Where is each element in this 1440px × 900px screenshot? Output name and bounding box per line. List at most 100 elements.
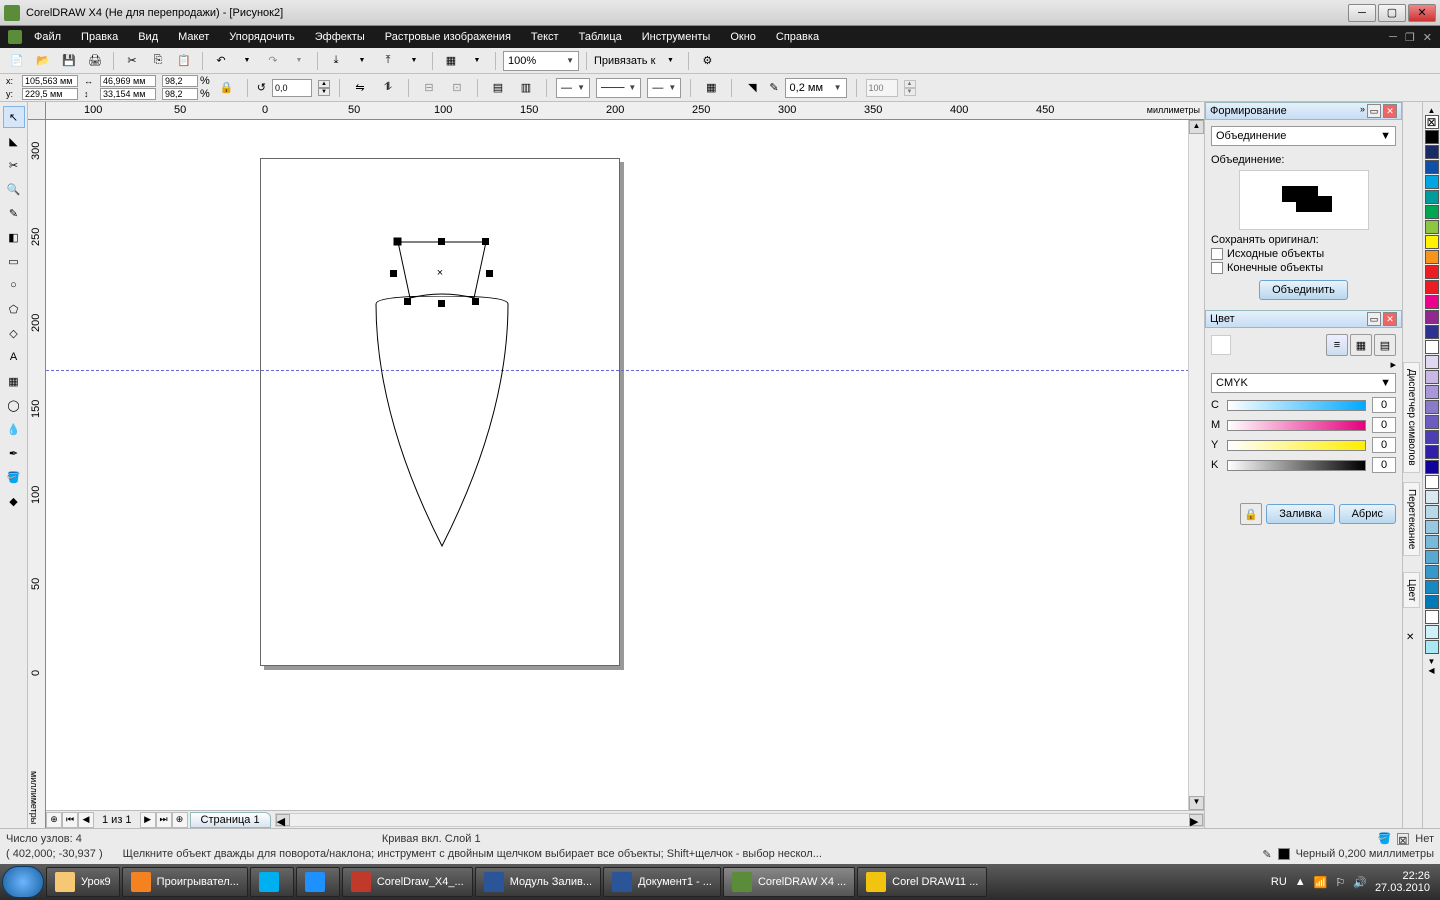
- menu-file[interactable]: Файл: [26, 29, 69, 45]
- black-slider[interactable]: [1227, 460, 1366, 471]
- import-dropdown[interactable]: ▼: [351, 50, 373, 72]
- line-end-combo[interactable]: —▼: [647, 78, 681, 98]
- canvas[interactable]: ×: [46, 120, 1204, 828]
- export-dropdown[interactable]: ▼: [403, 50, 425, 72]
- basic-shapes-tool[interactable]: ◇: [3, 322, 25, 344]
- yellow-value[interactable]: [1372, 437, 1396, 453]
- zoom-tool[interactable]: 🔍: [3, 178, 25, 200]
- palette-up-arrow[interactable]: ▲: [1428, 106, 1436, 115]
- cyan-slider[interactable]: [1227, 400, 1366, 411]
- undo-dropdown[interactable]: ▼: [236, 50, 258, 72]
- vase-body-shape[interactable]: [372, 296, 512, 551]
- page-prev-button[interactable]: ◀: [78, 812, 94, 828]
- color-swatch[interactable]: [1425, 160, 1439, 174]
- tofront-button[interactable]: ▤: [487, 77, 509, 99]
- app-launcher[interactable]: ▦: [440, 50, 462, 72]
- width-input[interactable]: [100, 75, 156, 87]
- line-style-combo[interactable]: ───▼: [596, 78, 641, 98]
- color-swatch[interactable]: [1425, 385, 1439, 399]
- shaping-docker-title[interactable]: Формирование »▭✕: [1205, 102, 1402, 120]
- color-swatch[interactable]: [1425, 250, 1439, 264]
- options-button[interactable]: ⚙: [696, 50, 718, 72]
- menu-layout[interactable]: Макет: [170, 29, 217, 45]
- text-tool[interactable]: A: [3, 346, 25, 368]
- black-value[interactable]: [1372, 457, 1396, 473]
- vertical-scrollbar[interactable]: ▲ ▼: [1188, 120, 1204, 810]
- tray-network-icon[interactable]: 📶: [1314, 876, 1328, 889]
- menu-help[interactable]: Справка: [768, 29, 827, 45]
- color-swatch[interactable]: [1425, 325, 1439, 339]
- menu-text[interactable]: Текст: [523, 29, 567, 45]
- color-swatch[interactable]: [1425, 565, 1439, 579]
- menu-bitmaps[interactable]: Растровые изображения: [377, 29, 519, 45]
- color-swatch[interactable]: [1425, 175, 1439, 189]
- color-swatch[interactable]: [1425, 205, 1439, 219]
- paste-button[interactable]: 📋: [173, 50, 195, 72]
- color-swatch[interactable]: [1425, 235, 1439, 249]
- color-swatch[interactable]: [1425, 430, 1439, 444]
- pos-x-input[interactable]: [22, 75, 78, 87]
- outline-width-combo[interactable]: 0,2 мм▼: [785, 78, 847, 98]
- page-tab[interactable]: Страница 1: [190, 812, 271, 828]
- start-button[interactable]: [2, 866, 44, 898]
- polygon-tool[interactable]: ⬠: [3, 298, 25, 320]
- vtab-symbols[interactable]: Диспетчер символов: [1403, 362, 1420, 473]
- color-swatch[interactable]: [1425, 220, 1439, 234]
- vtab-blend[interactable]: Перетекание: [1403, 482, 1420, 556]
- cyan-value[interactable]: [1372, 397, 1396, 413]
- taskbar-item[interactable]: Corel DRAW11 ...: [857, 867, 987, 897]
- height-input[interactable]: [100, 88, 156, 100]
- vtab-color[interactable]: Цвет: [1403, 572, 1420, 608]
- color-swatch[interactable]: [1425, 190, 1439, 204]
- color-swatch[interactable]: [1425, 130, 1439, 144]
- color-swatch[interactable]: [1425, 580, 1439, 594]
- pick-tool[interactable]: ↖: [3, 106, 25, 128]
- redo-dropdown[interactable]: ▼: [288, 50, 310, 72]
- interactive-fill-tool[interactable]: ◆: [3, 490, 25, 512]
- docker-collapse-button[interactable]: ▭: [1367, 104, 1381, 118]
- zoom-combo[interactable]: 100%▼: [503, 51, 579, 71]
- color-model-select[interactable]: CMYK▼: [1211, 373, 1396, 393]
- docker-close-button[interactable]: ✕: [1383, 104, 1397, 118]
- color-swatch[interactable]: [1425, 400, 1439, 414]
- import-button[interactable]: ⤓: [325, 50, 347, 72]
- magenta-slider[interactable]: [1227, 420, 1366, 431]
- page-add2-button[interactable]: ⊕: [172, 812, 188, 828]
- shaping-op-select[interactable]: Объединение▼: [1211, 126, 1396, 146]
- cut-button[interactable]: ✂: [121, 50, 143, 72]
- color-viewers-tab[interactable]: ▦: [1350, 334, 1372, 356]
- color-swatch[interactable]: [1425, 445, 1439, 459]
- color-swatch[interactable]: [1425, 520, 1439, 534]
- color-close-button[interactable]: ✕: [1383, 312, 1397, 326]
- scale-x-input[interactable]: [162, 75, 198, 87]
- color-sliders-tab[interactable]: ≡: [1326, 334, 1348, 356]
- magenta-value[interactable]: [1372, 417, 1396, 433]
- horizontal-scrollbar[interactable]: ◀▶: [275, 813, 1204, 827]
- smart-fill-tool[interactable]: ◧: [3, 226, 25, 248]
- print-button[interactable]: 🖨: [84, 50, 106, 72]
- crop-tool[interactable]: ✂: [3, 154, 25, 176]
- ungroupall-button[interactable]: ⊡: [446, 77, 468, 99]
- color-palettes-tab[interactable]: ▤: [1374, 334, 1396, 356]
- selected-object[interactable]: ×: [390, 234, 494, 314]
- freehand-tool[interactable]: ✎: [3, 202, 25, 224]
- page-add-button[interactable]: ⊕: [46, 812, 62, 828]
- convert-curves-button[interactable]: ◥: [741, 77, 763, 99]
- save-button[interactable]: 💾: [58, 50, 80, 72]
- blend-tool[interactable]: ◯: [3, 394, 25, 416]
- color-swatch[interactable]: [1425, 475, 1439, 489]
- menu-edit[interactable]: Правка: [73, 29, 126, 45]
- color-swatch[interactable]: [1425, 490, 1439, 504]
- close-button[interactable]: ✕: [1408, 4, 1436, 22]
- menu-table[interactable]: Таблица: [571, 29, 630, 45]
- tray-flag-icon[interactable]: ▲: [1295, 876, 1306, 888]
- outline-tool[interactable]: ✒: [3, 442, 25, 464]
- source-objects-check[interactable]: Исходные объекты: [1211, 248, 1396, 260]
- color-swatch[interactable]: [1425, 355, 1439, 369]
- table-tool[interactable]: ▦: [3, 370, 25, 392]
- wrap-button[interactable]: ▦: [700, 77, 722, 99]
- toback-button[interactable]: ▥: [515, 77, 537, 99]
- taskbar-item[interactable]: [296, 867, 340, 897]
- mirror-h-button[interactable]: ⇋: [349, 77, 371, 99]
- ruler-corner[interactable]: [28, 102, 46, 120]
